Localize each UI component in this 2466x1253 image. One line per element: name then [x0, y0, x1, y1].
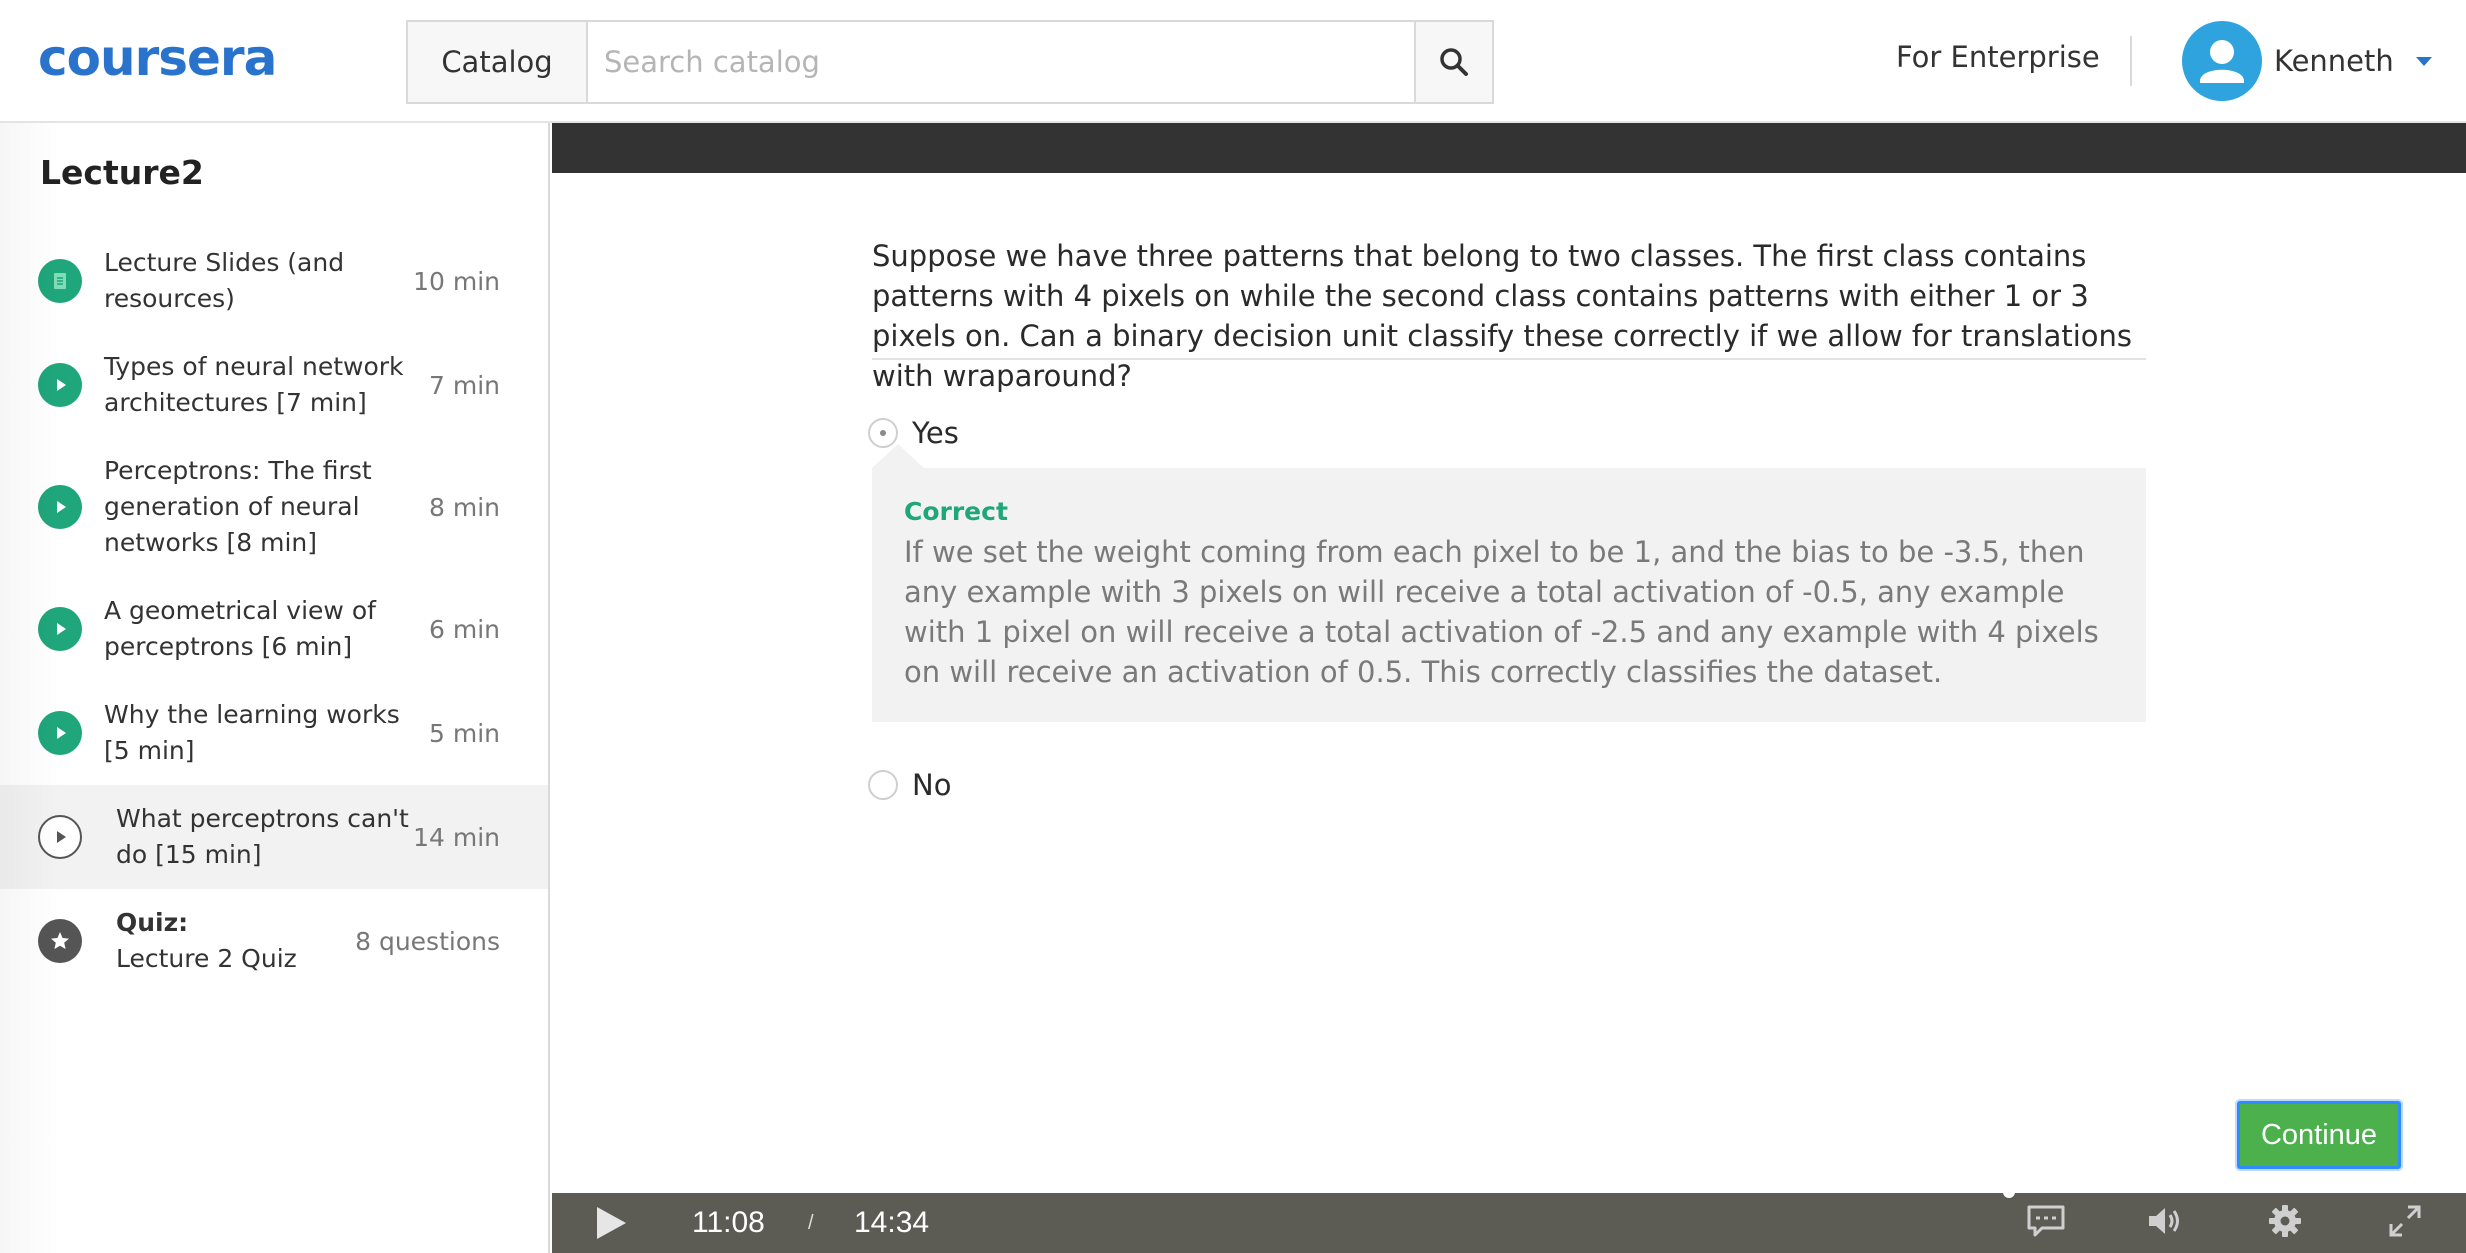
chevron-down-icon[interactable]	[2415, 56, 2432, 66]
sidebar-item-why-learning-works[interactable]: Why the learning works [5 min] 5 min	[0, 681, 548, 785]
sidebar-item-duration: 6 min	[429, 614, 500, 644]
option-label[interactable]: No	[912, 768, 951, 802]
search-bar: Catalog	[406, 20, 1494, 104]
sidebar-item-duration: 10 min	[413, 266, 500, 296]
total-time: 14:34	[854, 1206, 930, 1239]
sidebar-item-duration: 8 min	[429, 492, 500, 522]
feedback-pointer	[872, 444, 924, 468]
sidebar-item-lecture-slides[interactable]: Lecture Slides (and resources) 10 min	[0, 229, 548, 333]
top-header: coursera Catalog For Enterprise Kenneth	[0, 0, 2466, 123]
sidebar-item-label: What perceptrons can't do [15 min]	[116, 804, 409, 869]
feedback-title: Correct	[904, 497, 1008, 526]
lesson-sidebar: Lecture2 Lecture Slides (and resources) …	[0, 123, 550, 1253]
option-no[interactable]: No	[868, 768, 951, 802]
sidebar-item-label: Lecture Slides (and resources)	[104, 248, 345, 313]
star-icon	[38, 919, 82, 963]
sidebar-item-lecture-2-quiz[interactable]: Quiz: Lecture 2 Quiz 8 questions	[0, 889, 548, 993]
header-divider	[2130, 36, 2132, 86]
fullscreen-icon	[2389, 1205, 2421, 1237]
sidebar-item-duration: 14 min	[413, 822, 500, 852]
play-button[interactable]	[594, 1205, 628, 1245]
user-menu[interactable]: Kenneth	[2182, 20, 2432, 102]
sidebar-item-duration: 5 min	[429, 718, 500, 748]
search-input[interactable]	[588, 22, 1414, 102]
sidebar-item-types-of-nn[interactable]: Types of neural network architectures [7…	[0, 333, 548, 437]
radio-no[interactable]	[868, 770, 898, 800]
play-outline-icon	[38, 815, 82, 859]
user-name[interactable]: Kenneth	[2274, 44, 2394, 78]
captions-button[interactable]	[2026, 1204, 2066, 1242]
play-icon	[38, 711, 82, 755]
search-icon	[1440, 48, 1468, 76]
play-icon	[38, 485, 82, 529]
sidebar-item-label: Types of neural network architectures [7…	[104, 352, 404, 417]
sidebar-item-label: A geometrical view of perceptrons [6 min…	[104, 596, 376, 661]
video-top-bar	[552, 123, 2466, 173]
sidebar-item-duration: 8 questions	[355, 926, 500, 956]
play-icon	[38, 363, 82, 407]
feedback-text: If we set the weight coming from each pi…	[904, 535, 2099, 689]
settings-button[interactable]	[2268, 1204, 2302, 1242]
play-icon	[597, 1207, 626, 1239]
time-separator: /	[808, 1212, 814, 1234]
for-enterprise-link[interactable]: For Enterprise	[1896, 40, 2100, 74]
play-icon	[38, 607, 82, 651]
sidebar-item-what-perceptrons-cant-do[interactable]: What perceptrons can't do [15 min] 14 mi…	[0, 785, 548, 889]
feedback-box: Correct If we set the weight coming from…	[872, 468, 2146, 722]
user-icon	[2200, 40, 2244, 83]
question-text: Suppose we have three patterns that belo…	[872, 239, 2133, 393]
sidebar-item-duration: 7 min	[429, 370, 500, 400]
current-time: 11:08	[692, 1206, 765, 1239]
sidebar-item-perceptrons-first-gen[interactable]: Perceptrons: The first generation of neu…	[0, 437, 548, 577]
progress-scrubber[interactable]	[2003, 1186, 2015, 1198]
sidebar-item-geometrical-view[interactable]: A geometrical view of perceptrons [6 min…	[0, 577, 548, 681]
coursera-logo[interactable]: coursera	[38, 30, 277, 86]
captions-icon	[2027, 1205, 2065, 1237]
continue-button[interactable]: Continue	[2237, 1101, 2401, 1169]
sidebar-item-label: Why the learning works [5 min]	[104, 700, 400, 765]
document-icon	[38, 259, 82, 303]
catalog-button[interactable]: Catalog	[408, 22, 588, 102]
quiz-name-label: Lecture 2 Quiz	[116, 944, 297, 973]
volume-icon	[2149, 1208, 2179, 1234]
settings-icon	[2269, 1205, 2301, 1237]
avatar[interactable]	[2182, 21, 2262, 101]
search-button[interactable]	[1414, 22, 1492, 102]
volume-button[interactable]	[2146, 1204, 2186, 1242]
sidebar-item-label: Perceptrons: The first generation of neu…	[104, 456, 372, 557]
question-divider	[872, 358, 2146, 360]
fullscreen-button[interactable]	[2388, 1204, 2422, 1242]
sidebar-title: Lecture2	[40, 153, 204, 192]
